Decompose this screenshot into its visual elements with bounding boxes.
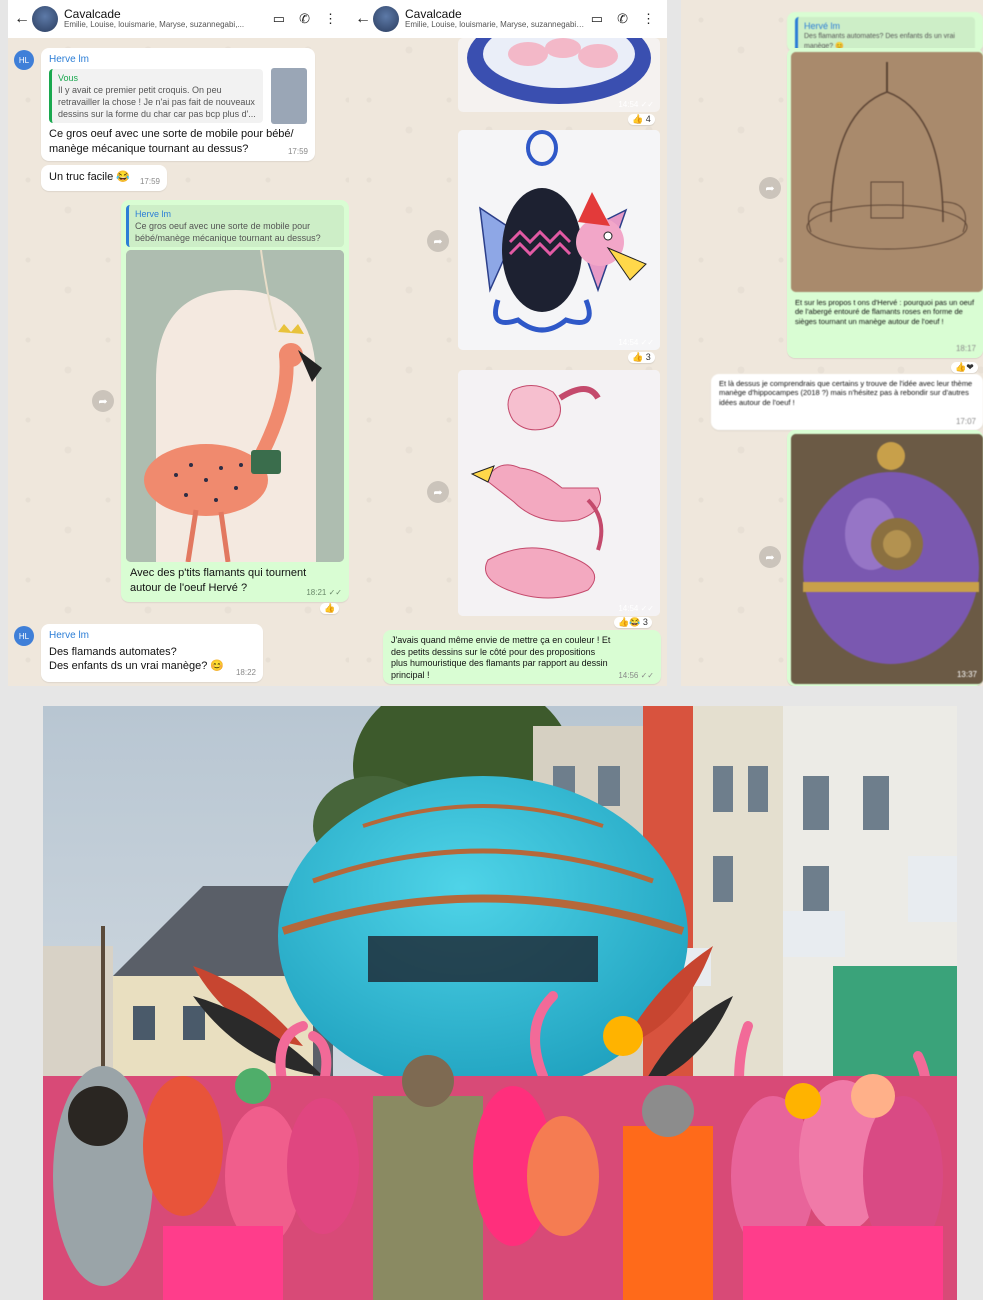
image-caption: Avec des p'tits flamants qui tournent au… bbox=[130, 567, 307, 594]
image-time: 13:37 bbox=[956, 670, 977, 680]
chat-panel-1: ← Cavalcade Émilie, Louise, louismarie, … bbox=[8, 0, 349, 686]
forward-icon[interactable]: ➦ bbox=[427, 481, 449, 503]
sender-avatar[interactable]: HL bbox=[14, 626, 34, 646]
quote-text: Ce gros oeuf avec une sorte de mobile po… bbox=[135, 221, 321, 244]
egg-sketch-image-partial[interactable]: 14:54 ✓✓ bbox=[458, 38, 660, 112]
message-bubble[interactable]: Herve lm Vous Il y avait ce premier peti… bbox=[41, 48, 315, 161]
chat-title: Cavalcade bbox=[64, 7, 121, 21]
message-time: 18:17 bbox=[955, 344, 976, 354]
back-arrow-icon[interactable]: ← bbox=[355, 10, 371, 28]
more-vertical-icon[interactable]: ⋮ bbox=[642, 11, 655, 27]
message-bubble-image[interactable]: Herve lm Ce gros oeuf avec une sorte de … bbox=[121, 200, 349, 602]
message-time: 17:59 bbox=[287, 147, 308, 157]
chat-panel-2: ← Cavalcade Émilie, Louise, louismarie, … bbox=[349, 0, 667, 686]
phone-icon[interactable]: ✆ bbox=[299, 11, 310, 27]
message-reaction[interactable]: 👍😂 3 bbox=[614, 617, 652, 628]
message-text: Ce gros oeuf avec une sorte de mobile po… bbox=[49, 128, 294, 155]
chat-title: Cavalcade bbox=[405, 7, 462, 21]
faberge-egg-illustration bbox=[791, 434, 983, 684]
pencil-egg-sketch-photo[interactable] bbox=[791, 52, 983, 292]
message-time: 17:07 bbox=[955, 417, 976, 426]
quote-author: Hervé lm bbox=[804, 21, 841, 31]
sender-name: Herve lm bbox=[49, 54, 90, 65]
message-time: 18:22 bbox=[235, 668, 256, 678]
image-time: 14:54 ✓✓ bbox=[618, 100, 654, 109]
sender-avatar[interactable]: HL bbox=[14, 50, 34, 70]
chat-members: Émilie, Louise, louismarie, Maryse, suza… bbox=[64, 21, 245, 30]
image-time: 14:54 ✓✓ bbox=[618, 338, 654, 347]
parade-float-illustration bbox=[43, 706, 957, 1300]
forward-icon[interactable]: ➦ bbox=[759, 546, 781, 568]
more-vertical-icon[interactable]: ⋮ bbox=[324, 11, 337, 27]
back-arrow-icon[interactable]: ← bbox=[14, 10, 30, 28]
message-bubble-image[interactable]: 13:37 bbox=[787, 430, 983, 686]
message-bubble[interactable]: J'avais quand même envie de mettre ça en… bbox=[383, 630, 661, 684]
flamingo-ornament-photo[interactable] bbox=[126, 250, 344, 562]
message-reaction[interactable]: 👍 bbox=[320, 603, 340, 614]
quote-text: Il y avait ce premier petit croquis. On … bbox=[58, 84, 256, 119]
chat-panel-3: Hervé lm Des flamants automates? Des enf… bbox=[681, 0, 983, 686]
message-text-line: Des flamands automates? bbox=[49, 645, 177, 658]
message-text: Et là dessus je comprendrais que certain… bbox=[719, 379, 973, 407]
chat-title-block[interactable]: Cavalcade Émilie, Louise, louismarie, Ma… bbox=[405, 7, 585, 30]
message-bubble[interactable]: Hervé lm Des flamants automates? Des enf… bbox=[787, 12, 983, 55]
quote-author: Herve lm bbox=[135, 209, 172, 219]
image-time: 14:54 ✓✓ bbox=[618, 604, 654, 613]
flamingo-ornament-illustration bbox=[126, 250, 344, 562]
chat-header: ← Cavalcade Émilie, Louise, louismarie, … bbox=[349, 0, 667, 38]
message-reaction[interactable]: 👍❤ bbox=[951, 362, 978, 373]
pink-flamingo-sketches[interactable]: 14:54 ✓✓ bbox=[458, 370, 660, 616]
parade-photo[interactable] bbox=[43, 706, 957, 1300]
message-bubble[interactable]: Et là dessus je comprendrais que certain… bbox=[711, 374, 983, 430]
pencil-egg-sketch-illustration bbox=[791, 52, 983, 292]
quoted-message[interactable]: Vous Il y avait ce premier petit croquis… bbox=[49, 68, 263, 124]
message-reaction[interactable]: 👍 4 bbox=[628, 114, 655, 125]
phone-icon[interactable]: ✆ bbox=[617, 11, 628, 27]
message-bubble[interactable]: Un truc facile 😂 17:59 bbox=[41, 165, 167, 191]
faberge-egg-photo[interactable]: 13:37 bbox=[791, 434, 983, 684]
message-text: Et sur les propos t ons d'Hervé : pourqu… bbox=[795, 298, 975, 326]
forward-icon[interactable]: ➦ bbox=[759, 177, 781, 199]
message-text: J'avais quand même envie de mettre ça en… bbox=[391, 635, 611, 681]
message-time: 17:59 bbox=[139, 177, 160, 187]
chat-header: ← Cavalcade Émilie, Louise, louismarie, … bbox=[8, 0, 349, 38]
message-text-line: Des enfants ds un vrai manège? 😊 bbox=[49, 660, 225, 673]
forward-icon[interactable]: ➦ bbox=[92, 390, 114, 412]
message-bubble-image[interactable]: Et sur les propos t ons d'Hervé : pourqu… bbox=[787, 48, 983, 358]
chat-members: Émilie, Louise, louismarie, Maryse, suza… bbox=[405, 21, 585, 30]
pink-flamingo-sketches-illustration bbox=[458, 370, 660, 616]
group-avatar[interactable] bbox=[373, 6, 399, 32]
forward-icon[interactable]: ➦ bbox=[427, 230, 449, 252]
quoted-message[interactable]: Herve lm Ce gros oeuf avec une sorte de … bbox=[126, 205, 344, 248]
quote-author: Vous bbox=[58, 72, 79, 83]
message-time: 14:56 ✓✓ bbox=[618, 670, 654, 680]
chat-title-block[interactable]: Cavalcade Émilie, Louise, louismarie, Ma… bbox=[64, 7, 267, 30]
message-reaction[interactable]: 👍 3 bbox=[628, 352, 655, 363]
flamingo-egg-drawing[interactable]: 14:54 ✓✓ bbox=[458, 130, 660, 350]
flamingo-egg-drawing-illustration bbox=[458, 130, 660, 350]
video-call-icon[interactable]: ▭ bbox=[591, 11, 603, 27]
quote-thumbnail bbox=[271, 68, 307, 124]
message-time: 18:21 ✓✓ bbox=[306, 588, 342, 598]
group-avatar[interactable] bbox=[32, 6, 58, 32]
sender-name: Herve lm bbox=[49, 630, 90, 641]
video-call-icon[interactable]: ▭ bbox=[273, 11, 285, 27]
message-bubble[interactable]: Herve lm Des flamands automates? Des enf… bbox=[41, 624, 263, 682]
